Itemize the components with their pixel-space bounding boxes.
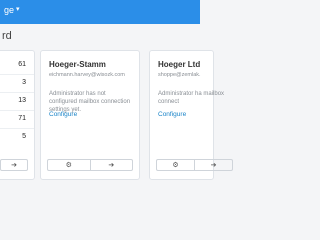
gear-icon: ⚙ xyxy=(65,162,72,169)
arrow-right-icon: ➔ xyxy=(108,162,115,169)
settings-button[interactable]: ⚙ xyxy=(157,160,194,170)
gear-icon: ⚙ xyxy=(172,162,179,169)
next-button[interactable]: ➔ xyxy=(194,160,232,170)
summary-value: 5 xyxy=(22,133,26,140)
mailbox-card: Hoeger Ltd shoppe@zemlak. Administrator … xyxy=(149,50,233,180)
top-navigation-bar: ge ▾ xyxy=(0,0,200,24)
page-title: rd xyxy=(2,30,12,42)
mailbox-name: Hoeger Ltd xyxy=(158,60,201,69)
summary-value: 71 xyxy=(18,115,26,122)
mailbox-card: Hoeger-Stamm eichmann.harvey@wisozk.com … xyxy=(40,50,140,180)
mailbox-status-message: Administrator ha mailbox connect xyxy=(158,91,225,105)
nav-menu-label[interactable]: ge xyxy=(4,5,14,15)
arrow-right-icon: ➔ xyxy=(210,162,217,169)
chevron-down-icon[interactable]: ▾ xyxy=(16,5,20,13)
settings-button[interactable]: ⚙ xyxy=(48,160,90,170)
card-actions: ⚙ ➔ xyxy=(156,159,233,171)
summary-value: 3 xyxy=(22,79,26,86)
summary-card: 61 3 13 71 5 ➔ xyxy=(0,50,35,180)
configure-link[interactable]: Configure xyxy=(49,111,77,118)
arrow-right-icon: ➔ xyxy=(11,162,17,169)
mailbox-email: eichmann.harvey@wisozk.com xyxy=(49,72,125,78)
mailbox-email: shoppe@zemlak. xyxy=(158,72,201,78)
summary-value: 61 xyxy=(18,61,26,68)
next-button[interactable]: ➔ xyxy=(0,159,28,171)
summary-value: 13 xyxy=(18,97,26,104)
mailbox-name: Hoeger-Stamm xyxy=(49,60,106,69)
next-button[interactable]: ➔ xyxy=(89,160,133,170)
card-actions: ⚙ ➔ xyxy=(47,159,133,171)
configure-link[interactable]: Configure xyxy=(158,111,186,118)
